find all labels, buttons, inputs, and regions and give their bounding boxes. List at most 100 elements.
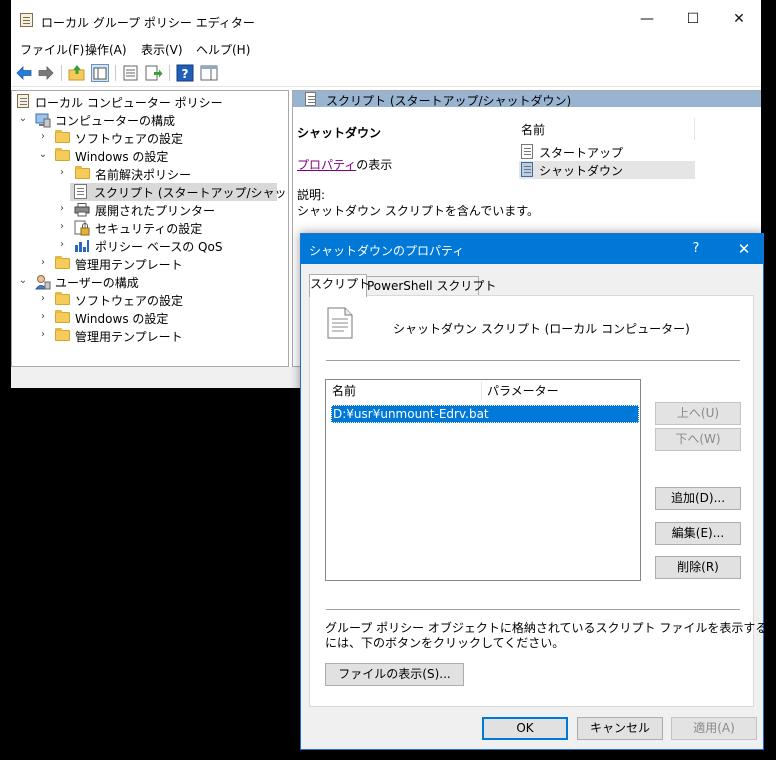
- tree-item-label: 管理用テンプレート: [75, 330, 183, 344]
- separator: [326, 609, 740, 610]
- folder-icon: [55, 148, 70, 161]
- menu-action[interactable]: 操作(A): [85, 41, 127, 58]
- maximize-button[interactable]: ☐: [670, 0, 716, 38]
- tree-item-computer-config[interactable]: ⌄ コンピューターの構成: [12, 111, 288, 129]
- dialog-help-button[interactable]: ?: [681, 234, 711, 264]
- description-text: シャットダウン スクリプトを含んでいます。: [297, 204, 540, 218]
- folder-icon: [75, 166, 90, 179]
- chevron-right-icon[interactable]: ›: [57, 221, 67, 233]
- column-header-name[interactable]: 名前: [332, 381, 356, 401]
- tree-item-label: セキュリティの設定: [95, 222, 203, 236]
- up-folder-icon[interactable]: [68, 64, 86, 82]
- script-icon: [521, 162, 533, 177]
- tree-item-software-settings[interactable]: › ソフトウェアの設定: [12, 129, 288, 147]
- help-icon[interactable]: ?: [176, 64, 194, 82]
- policy-editor-icon: [20, 13, 33, 27]
- tree-item-windows-settings[interactable]: ⌄ Windows の設定: [12, 147, 288, 165]
- info-text-line: グループ ポリシー オブジェクトに格納されているスクリプト ファイルを表示する: [325, 621, 768, 635]
- tree-item-label: 名前解決ポリシー: [95, 168, 192, 182]
- toolbar-separator: [115, 65, 116, 81]
- tree-item-label: ソフトウェアの設定: [75, 294, 184, 308]
- list-item-startup[interactable]: スタートアップ: [519, 143, 695, 161]
- tab-script[interactable]: スクリプト: [309, 274, 370, 297]
- show-hide-tree-icon[interactable]: [91, 64, 109, 82]
- column-header-name[interactable]: 名前: [521, 121, 545, 138]
- chevron-down-icon[interactable]: ⌄: [18, 113, 28, 125]
- table-row[interactable]: D:¥usr¥unmount-Edrv.bat: [331, 405, 639, 423]
- chevron-right-icon[interactable]: ›: [57, 203, 67, 215]
- tree-item-scripts[interactable]: スクリプト (スタートアップ/シャットダウン): [70, 183, 288, 201]
- policy-scroll-icon: [17, 94, 29, 108]
- tree-item-user-config[interactable]: ⌄ ユーザーの構成: [12, 273, 288, 291]
- main-titlebar: ローカル グループ ポリシー エディター — ☐ ✕: [11, 0, 761, 38]
- move-up-button[interactable]: 上へ(U): [655, 402, 741, 425]
- tree-item-security-settings[interactable]: › セキュリティの設定: [12, 219, 288, 237]
- forward-arrow-icon[interactable]: [37, 64, 55, 82]
- minimize-button[interactable]: —: [624, 0, 670, 38]
- section-title: シャットダウン: [297, 126, 382, 140]
- chevron-down-icon[interactable]: ⌄: [18, 275, 28, 287]
- menu-bar: ファイル(F) 操作(A) 表示(V) ヘルプ(H): [11, 38, 761, 60]
- list-item-shutdown[interactable]: シャットダウン: [519, 161, 695, 179]
- menu-view[interactable]: 表示(V): [141, 41, 183, 58]
- chevron-right-icon[interactable]: ›: [38, 311, 48, 323]
- properties-text: プロパティの表示: [297, 156, 392, 173]
- tree-item-printers[interactable]: › 展開されたプリンター: [12, 201, 288, 219]
- dialog-titlebar: シャットダウンのプロパティ ? ✕: [301, 234, 763, 264]
- tree-item-user-windows-settings[interactable]: › Windows の設定: [12, 309, 288, 327]
- move-down-button[interactable]: 下へ(W): [655, 428, 741, 451]
- tree-item-label: Windows の設定: [75, 150, 169, 164]
- properties-link[interactable]: プロパティ: [297, 158, 356, 172]
- list-item-label: スタートアップ: [539, 146, 624, 160]
- tree-item-user-admin-templates[interactable]: › 管理用テンプレート: [12, 327, 288, 345]
- column-divider: [694, 118, 695, 140]
- column-divider: [481, 382, 482, 400]
- folder-icon: [55, 256, 70, 269]
- separator: [326, 360, 740, 361]
- menu-file[interactable]: ファイル(F): [20, 41, 84, 58]
- chevron-right-icon[interactable]: ›: [38, 131, 48, 143]
- svg-text:?: ?: [182, 67, 189, 81]
- tree-item-qos[interactable]: › ポリシー ベースの QoS: [12, 237, 288, 255]
- tree-item-label: コンピューターの構成: [55, 114, 176, 128]
- add-button[interactable]: 追加(D)...: [655, 487, 741, 510]
- dialog-close-button[interactable]: ✕: [725, 234, 763, 264]
- remove-button[interactable]: 削除(R): [655, 556, 741, 579]
- script-icon: [305, 92, 316, 106]
- action-pane-icon[interactable]: [200, 64, 218, 82]
- export-list-icon[interactable]: [145, 64, 163, 82]
- properties-icon[interactable]: [122, 64, 140, 82]
- script-icon: [521, 144, 533, 159]
- script-list[interactable]: 名前 パラメーター D:¥usr¥unmount-Edrv.bat: [325, 379, 641, 581]
- properties-suffix: の表示: [356, 158, 393, 172]
- folder-icon: [55, 292, 70, 305]
- chevron-right-icon[interactable]: ›: [38, 257, 48, 269]
- user-icon: [35, 275, 51, 290]
- toolbar-separator: [169, 65, 170, 81]
- folder-icon: [55, 310, 70, 323]
- tree-item-user-software-settings[interactable]: › ソフトウェアの設定: [12, 291, 288, 309]
- description-label: 説明:: [297, 188, 326, 202]
- edit-button[interactable]: 編集(E)...: [655, 522, 741, 545]
- apply-button[interactable]: 適用(A): [671, 717, 757, 740]
- close-button[interactable]: ✕: [716, 0, 762, 38]
- cancel-button[interactable]: キャンセル: [577, 717, 663, 740]
- chevron-right-icon[interactable]: ›: [57, 167, 67, 179]
- chevron-down-icon[interactable]: ⌄: [38, 149, 48, 161]
- tree-item-label: 管理用テンプレート: [75, 258, 183, 272]
- menu-help[interactable]: ヘルプ(H): [196, 41, 250, 58]
- ok-button[interactable]: OK: [482, 717, 568, 740]
- list-item-label: シャットダウン: [539, 164, 624, 178]
- tree-item-name-resolution[interactable]: › 名前解決ポリシー: [12, 165, 288, 183]
- tree-item-label: ポリシー ベースの QoS: [95, 240, 223, 254]
- tab-powershell-script[interactable]: PowerShell スクリプト: [367, 276, 496, 296]
- show-files-button[interactable]: ファイルの表示(S)...: [325, 663, 464, 686]
- column-header-params[interactable]: パラメーター: [487, 381, 559, 401]
- tree-item-local-policy[interactable]: ローカル コンピューター ポリシー: [12, 93, 288, 111]
- tree-item-admin-templates[interactable]: › 管理用テンプレート: [12, 255, 288, 273]
- chevron-right-icon[interactable]: ›: [38, 293, 48, 305]
- tree-pane: ローカル コンピューター ポリシー ⌄ コンピューターの構成 › ソフトウェアの…: [11, 90, 289, 367]
- back-arrow-icon[interactable]: [15, 64, 33, 82]
- chevron-right-icon[interactable]: ›: [38, 329, 48, 341]
- chevron-right-icon[interactable]: ›: [57, 239, 67, 251]
